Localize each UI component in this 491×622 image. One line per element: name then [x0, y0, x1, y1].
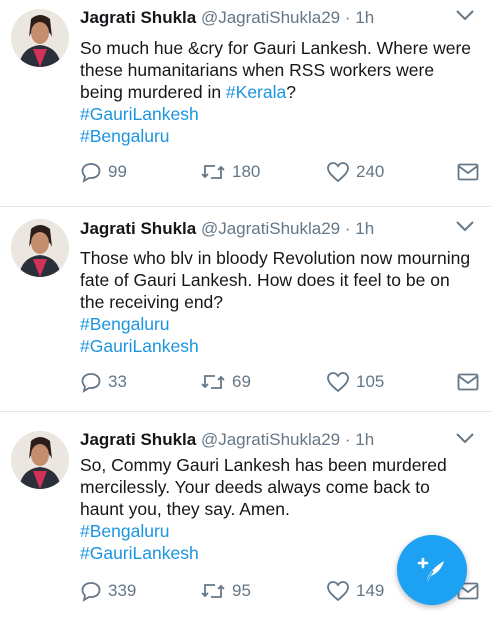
author-name[interactable]: Jagrati Shukla	[80, 219, 196, 238]
separator-dot: ·	[344, 219, 351, 238]
retweet-button[interactable]: 95	[200, 578, 251, 604]
avatar[interactable]	[11, 219, 69, 277]
separator-dot: ·	[344, 430, 351, 449]
timestamp: 1h	[355, 8, 375, 27]
heart-icon	[327, 581, 349, 602]
retweet-count: 95	[232, 581, 251, 600]
retweet-button[interactable]: 69	[200, 369, 251, 395]
chevron-down-icon[interactable]	[455, 8, 475, 22]
compose-tweet-button[interactable]	[397, 535, 467, 605]
text-segment: being murdered in	[80, 82, 226, 102]
retweet-count: 69	[232, 372, 251, 391]
separator-dot: ·	[344, 8, 351, 27]
tweet-line: being murdered in #Kerala?	[80, 81, 480, 103]
tweet-1[interactable]: Jagrati Shukla @JagratiShukla29 · 1h So …	[0, 0, 491, 207]
envelope-icon	[457, 373, 479, 391]
reply-count: 33	[108, 372, 127, 391]
retweet-icon	[201, 375, 225, 389]
tweet-line: these humanitarians when RSS workers wer…	[80, 60, 435, 80]
like-count: 240	[356, 162, 385, 181]
chevron-down-icon[interactable]	[455, 219, 475, 233]
like-count: 149	[356, 581, 385, 600]
retweet-button[interactable]: 180	[200, 159, 260, 185]
retweet-count: 180	[232, 162, 261, 181]
tweet-text: Those who blv in bloody Revolution now m…	[80, 247, 480, 357]
retweet-icon	[201, 165, 225, 179]
like-button[interactable]: 149	[326, 578, 384, 604]
reply-button[interactable]: 99	[80, 159, 127, 185]
like-count: 105	[356, 372, 385, 391]
chevron-down-icon[interactable]	[455, 431, 475, 445]
tweet-header: Jagrati Shukla @JagratiShukla29 · 1h	[80, 8, 374, 28]
direct-message-button[interactable]	[457, 369, 485, 395]
timestamp: 1h	[355, 430, 375, 449]
reply-button[interactable]: 33	[80, 369, 127, 395]
hashtag-link[interactable]: #Bengaluru	[80, 125, 480, 147]
reply-icon	[81, 163, 101, 183]
tweet-line: mercilessly. Your deeds always come back…	[80, 477, 430, 497]
tweet-line: So, Commy Gauri Lankesh has been murdere…	[80, 455, 447, 475]
author-handle[interactable]: @JagratiShukla29	[201, 219, 340, 238]
tweet-line: So much hue &cry for Gauri Lankesh. Wher…	[80, 38, 472, 58]
tweet-text: So much hue &cry for Gauri Lankesh. Wher…	[80, 37, 480, 147]
author-handle[interactable]: @JagratiShukla29	[201, 8, 340, 27]
like-button[interactable]: 240	[326, 159, 384, 185]
reply-button[interactable]: 339	[80, 578, 136, 604]
hashtag-link[interactable]: #GauriLankesh	[80, 335, 480, 357]
tweet-2[interactable]: Jagrati Shukla @JagratiShukla29 · 1h Tho…	[0, 207, 491, 412]
tweet-actions: 33 69 105	[80, 369, 480, 395]
timestamp: 1h	[355, 219, 375, 238]
retweet-icon	[201, 584, 225, 598]
avatar[interactable]	[11, 9, 69, 67]
compose-feather-icon	[417, 557, 444, 583]
like-button[interactable]: 105	[326, 369, 384, 395]
reply-count: 339	[108, 581, 137, 600]
hashtag-link[interactable]: #Bengaluru	[80, 313, 480, 335]
heart-icon	[327, 372, 349, 393]
avatar[interactable]	[11, 431, 69, 489]
author-handle[interactable]: @JagratiShukla29	[201, 430, 340, 449]
reply-count: 99	[108, 162, 127, 181]
reply-icon	[81, 373, 101, 393]
tweet-line: fate of Gauri Lankesh. How does it feel …	[80, 270, 450, 290]
tweet-header: Jagrati Shukla @JagratiShukla29 · 1h	[80, 219, 374, 239]
tweet-line: Those who blv in bloody Revolution now m…	[80, 248, 471, 268]
tweet-line: the receiving end?	[80, 292, 224, 312]
author-name[interactable]: Jagrati Shukla	[80, 430, 196, 449]
text-segment: ?	[286, 82, 296, 102]
author-name[interactable]: Jagrati Shukla	[80, 8, 196, 27]
tweet-line: haunt you, they say. Amen.	[80, 499, 290, 519]
hashtag-link[interactable]: #GauriLankesh	[80, 103, 480, 125]
hashtag-link[interactable]: #Kerala	[226, 82, 286, 102]
tweet-header: Jagrati Shukla @JagratiShukla29 · 1h	[80, 430, 374, 450]
envelope-icon	[457, 163, 479, 181]
heart-icon	[327, 162, 349, 183]
direct-message-button[interactable]	[457, 159, 485, 185]
reply-icon	[81, 582, 101, 602]
tweet-actions: 99 180 240	[80, 159, 480, 185]
